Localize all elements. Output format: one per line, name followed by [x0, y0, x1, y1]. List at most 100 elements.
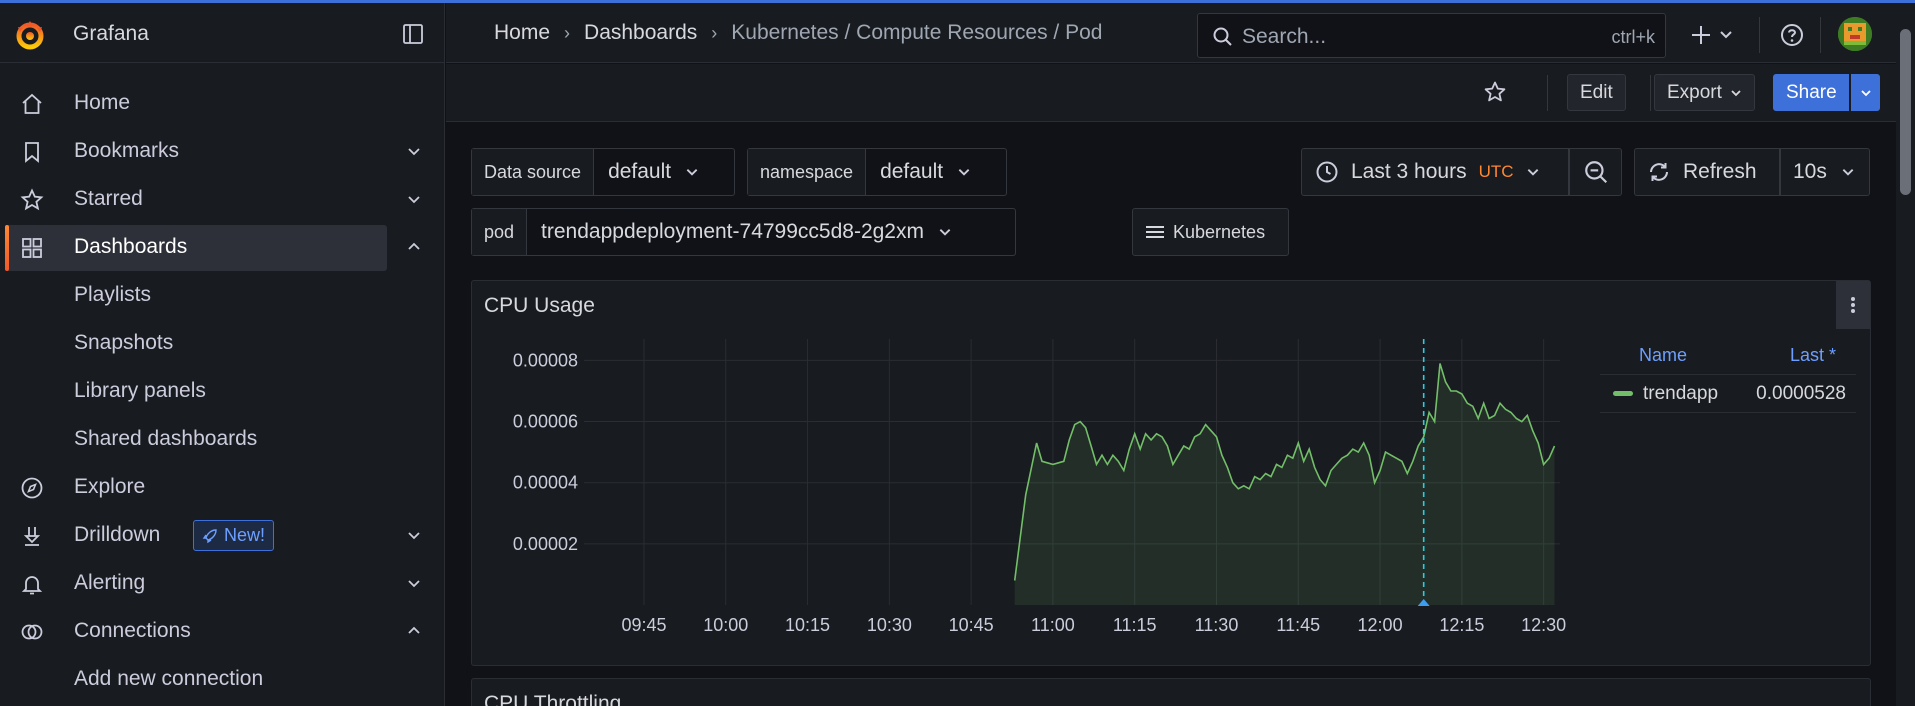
breadcrumb-current: Kubernetes / Compute Resources / Pod [731, 21, 1103, 44]
panel-title: CPU Throttling [484, 692, 622, 706]
data-point [1177, 454, 1180, 457]
x-tick-label: 12:00 [1358, 615, 1403, 635]
sidebar-item-explore[interactable]: Explore [0, 463, 445, 511]
breadcrumb-separator-icon: › [711, 22, 718, 43]
sidebar-item-home[interactable]: Home [0, 79, 445, 127]
data-point [1166, 445, 1169, 448]
data-point [1084, 426, 1087, 429]
help-icon[interactable] [1780, 23, 1804, 47]
sidebar-item-add-new-connection[interactable]: Add new connection [0, 655, 445, 703]
sidebar-item-connections[interactable]: Connections [0, 607, 445, 655]
data-point [1302, 460, 1305, 463]
data-point [1079, 420, 1082, 423]
x-tick-label: 11:00 [1031, 615, 1075, 635]
divider [1547, 75, 1548, 111]
sidebar-item-label: Snapshots [74, 331, 174, 354]
grafana-logo-icon[interactable] [14, 19, 46, 51]
kubernetes-links-button[interactable]: Kubernetes [1132, 208, 1289, 256]
export-button-label: Export [1667, 81, 1722, 103]
data-point [1139, 448, 1142, 451]
data-point [1160, 435, 1163, 438]
sidebar: Grafana Home Bookmarks Starred Dashboards Pl… [0, 3, 445, 706]
dock-menu-icon[interactable] [402, 23, 424, 45]
new-menu-button[interactable] [1689, 21, 1739, 49]
sidebar-item-starred[interactable]: Starred [0, 175, 445, 223]
legend-row[interactable]: trendapp 0.0000528 [1600, 375, 1856, 413]
drilldown-icon [23, 527, 41, 546]
sidebar-item-alerting[interactable]: Alerting [0, 559, 445, 607]
data-point [1226, 466, 1229, 469]
data-point [1231, 481, 1234, 484]
data-point [1439, 362, 1442, 365]
chevron-down-icon [1731, 89, 1741, 96]
clock-icon [1316, 161, 1338, 183]
data-point [1493, 414, 1496, 417]
search-input[interactable]: Search... ctrl+k [1197, 13, 1666, 58]
series-area-trendapp [1014, 363, 1555, 605]
share-menu-button[interactable] [1851, 74, 1880, 111]
sidebar-item-drilldown[interactable]: Drilldown New! [0, 511, 445, 559]
panel-title: CPU Usage [484, 294, 595, 317]
x-tick-label: 10:00 [703, 615, 748, 635]
breadcrumb-home[interactable]: Home [494, 21, 550, 45]
dashboard-toolbar: Edit Export Share [446, 64, 1896, 122]
time-range-picker[interactable]: Last 3 hours UTC [1301, 148, 1569, 196]
legend-name-column[interactable]: Name [1600, 345, 1726, 374]
data-point [1253, 475, 1256, 478]
sidebar-item-library-panels[interactable]: Library panels [0, 367, 445, 415]
chevron-down-icon[interactable] [406, 575, 422, 591]
data-point [1515, 417, 1518, 420]
breadcrumb-dashboards[interactable]: Dashboards [584, 21, 697, 45]
data-point [1144, 432, 1147, 435]
datasource-variable[interactable]: Data source default [471, 148, 735, 196]
chevron-up-icon[interactable] [406, 623, 422, 639]
refresh-button[interactable]: Refresh [1634, 148, 1780, 196]
sidebar-item-playlists[interactable]: Playlists [0, 271, 445, 319]
sidebar-item-label: Drilldown [74, 523, 161, 546]
data-point [1264, 472, 1267, 475]
data-point [1509, 411, 1512, 414]
sidebar-item-shared-dashboards[interactable]: Shared dashboards [0, 415, 445, 463]
share-button[interactable]: Share [1773, 74, 1849, 111]
data-point [1329, 469, 1332, 472]
data-point [1324, 484, 1327, 487]
chevron-down-icon[interactable] [406, 527, 422, 543]
sidebar-item-snapshots[interactable]: Snapshots [0, 319, 445, 367]
refresh-interval-picker[interactable]: 10s [1780, 148, 1870, 196]
data-point [1199, 432, 1202, 435]
sidebar-item-dashboards[interactable]: Dashboards [0, 223, 445, 271]
data-point [1531, 429, 1534, 432]
page-scrollbar[interactable] [1896, 3, 1915, 706]
mark-as-favorite-star-icon[interactable] [1483, 80, 1507, 104]
data-point [1100, 454, 1103, 457]
data-point [1449, 389, 1452, 392]
data-point [1482, 402, 1485, 405]
edit-button-label: Edit [1580, 81, 1613, 103]
chevron-down-icon [1527, 169, 1538, 176]
edit-button[interactable]: Edit [1567, 74, 1626, 111]
user-avatar[interactable] [1838, 17, 1872, 51]
zoom-out-button[interactable] [1569, 148, 1622, 196]
x-tick-label: 11:45 [1276, 615, 1320, 635]
cpu-usage-chart[interactable]: 0.00002 0.00004 0.00006 0.00008 09:45 10:00 10… [472, 331, 1592, 661]
chevron-down-icon [939, 229, 951, 236]
chevron-up-icon[interactable] [406, 239, 422, 255]
panel-menu-button[interactable] [1836, 281, 1870, 329]
sidebar-item-bookmarks[interactable]: Bookmarks [0, 127, 445, 175]
pod-variable[interactable]: pod trendappdeployment-74799cc5d8-2g2xm [471, 208, 1016, 256]
chevron-down-icon[interactable] [406, 191, 422, 207]
data-point [1488, 417, 1491, 420]
avatar-pixel-icon [1838, 17, 1872, 51]
chevron-down-icon[interactable] [406, 143, 422, 159]
scrollbar-thumb[interactable] [1900, 29, 1911, 195]
legend-last-column[interactable]: Last * [1726, 345, 1856, 374]
data-point [1411, 460, 1414, 463]
data-point [1275, 463, 1278, 466]
namespace-variable[interactable]: namespace default [747, 148, 1007, 196]
breadcrumb-separator-icon: › [564, 22, 571, 43]
export-button[interactable]: Export [1654, 74, 1755, 111]
y-tick-label: 0.00004 [513, 473, 578, 493]
namespace-variable-label: namespace [748, 149, 867, 195]
y-tick-label: 0.00006 [513, 412, 578, 432]
timezone-label: UTC [1478, 162, 1514, 181]
